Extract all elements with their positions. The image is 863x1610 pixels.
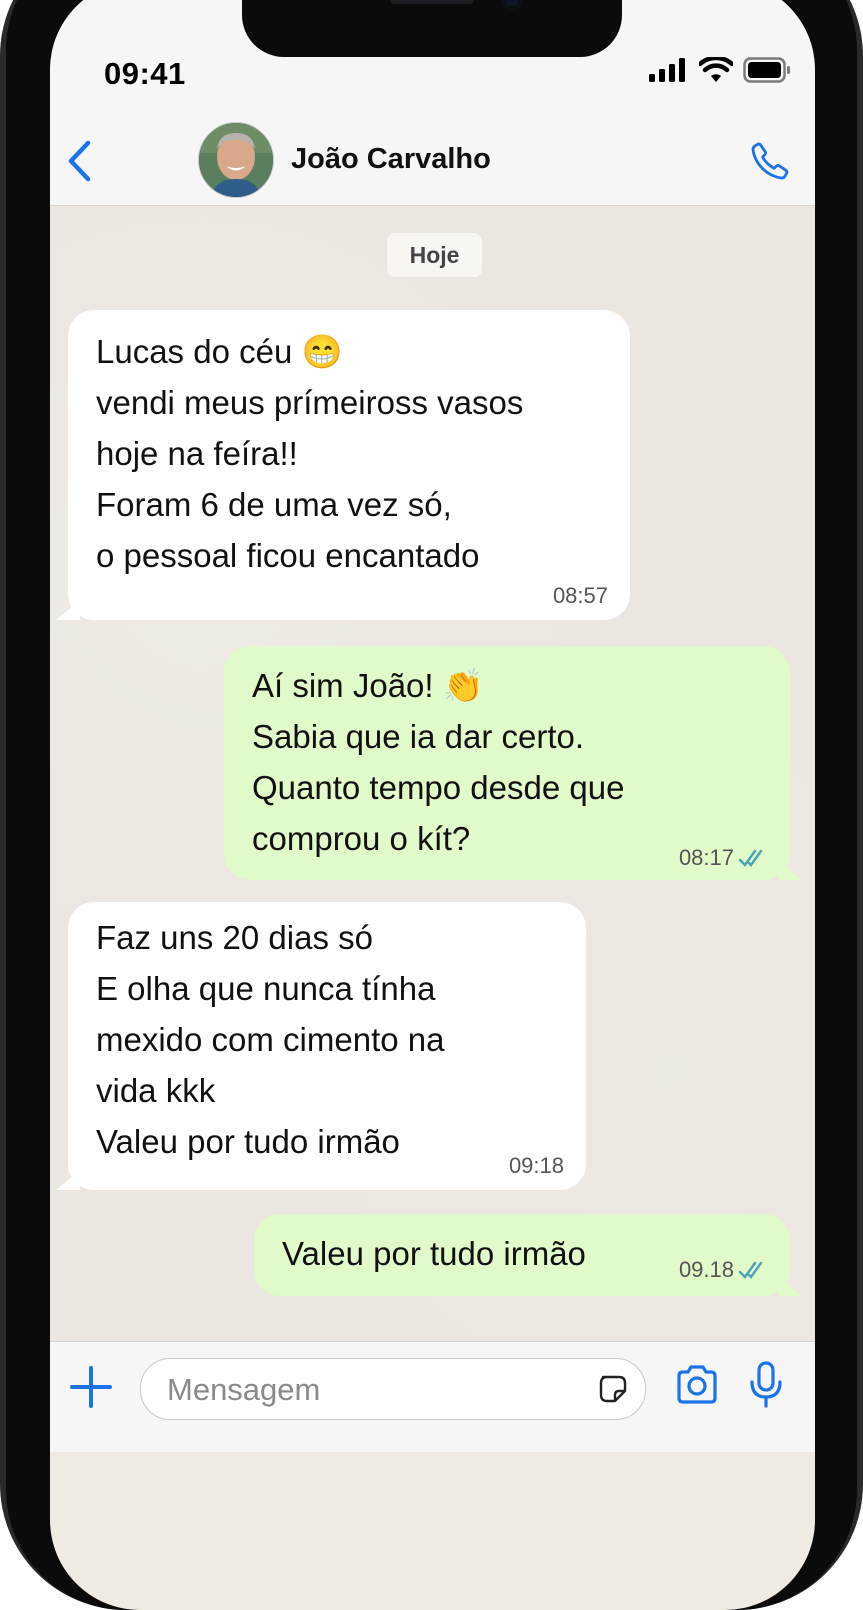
bubble-tail [778,860,802,880]
message-outgoing[interactable]: Valeu por tudo irmão 09.18 [254,1214,802,1296]
message-input[interactable] [165,1369,569,1411]
message-text: Lucas do céu 😁 vendi meus prímeiross vas… [96,333,524,574]
message-text: Valeu por tudo irmão [282,1235,586,1272]
read-ticks-icon [738,849,763,867]
message-incoming[interactable]: Lucas do céu 😁 vendi meus prímeiross vas… [56,310,630,620]
status-bar: 09:41 [50,0,815,100]
message-incoming[interactable]: Faz uns 20 dias só E olha que nunca tính… [56,902,586,1190]
back-button[interactable] [66,140,92,187]
back-chevron-icon [68,140,91,182]
message-text: Faz uns 20 dias só E olha que nunca tính… [96,919,445,1160]
screen: 09:41 João Carvalho Hoje Lucas do céu 😁 … [50,0,815,1610]
notch [242,0,622,57]
message-input-wrapper[interactable] [140,1358,646,1420]
phone-device: 09:41 João Carvalho Hoje Lucas do céu 😁 … [0,0,863,1610]
power-button [857,370,863,570]
message-time: 09:18 [508,1153,564,1178]
battery-icon [743,57,790,83]
avatar[interactable] [198,122,274,198]
phone-icon [751,142,789,180]
message-meta: 08:57 [553,584,608,608]
microphone-icon [750,1361,782,1408]
chat-header: João Carvalho [50,100,815,206]
read-ticks-icon [738,1261,763,1279]
date-separator: Hoje [387,233,482,277]
attach-button[interactable] [68,1364,114,1415]
camera-button[interactable] [674,1364,720,1411]
voice-call-button[interactable] [749,140,791,187]
status-time: 09:41 [104,56,186,91]
microphone-button[interactable] [748,1360,784,1415]
message-outgoing[interactable]: Aí sim João! 👏 Sabia que ia dar certo. Q… [224,646,802,880]
mute-switch [0,210,6,280]
volume-up-button [0,330,6,460]
bubble-tail [56,1170,80,1190]
plus-icon [70,1366,112,1408]
status-icons [649,56,791,84]
front-camera [502,0,522,10]
message-time: 09.18 [678,1257,734,1282]
message-time: 08:57 [552,583,608,608]
signal-icon [649,58,685,82]
message-meta: 08:17 [679,846,768,870]
sticker-icon [599,1375,627,1403]
message-text: Aí sim João! 👏 Sabia que ia dar certo. Q… [252,667,625,857]
sticker-button[interactable] [597,1373,629,1410]
camera-icon [677,1365,717,1404]
avatar-photo [199,123,273,197]
earpiece-speaker [390,0,474,4]
contact-name[interactable]: João Carvalho [291,143,491,176]
bubble-tail [56,600,80,620]
wifi-icon [699,57,733,82]
message-meta: 09.18 [679,1258,768,1282]
message-composer [50,1341,815,1452]
message-meta: 09:18 [509,1154,564,1178]
bubble-tail [778,1276,802,1296]
volume-down-button [0,490,6,620]
message-time: 08:17 [678,845,734,870]
chat-area[interactable]: Hoje Lucas do céu 😁 vendi meus prímeiros… [50,206,815,1441]
